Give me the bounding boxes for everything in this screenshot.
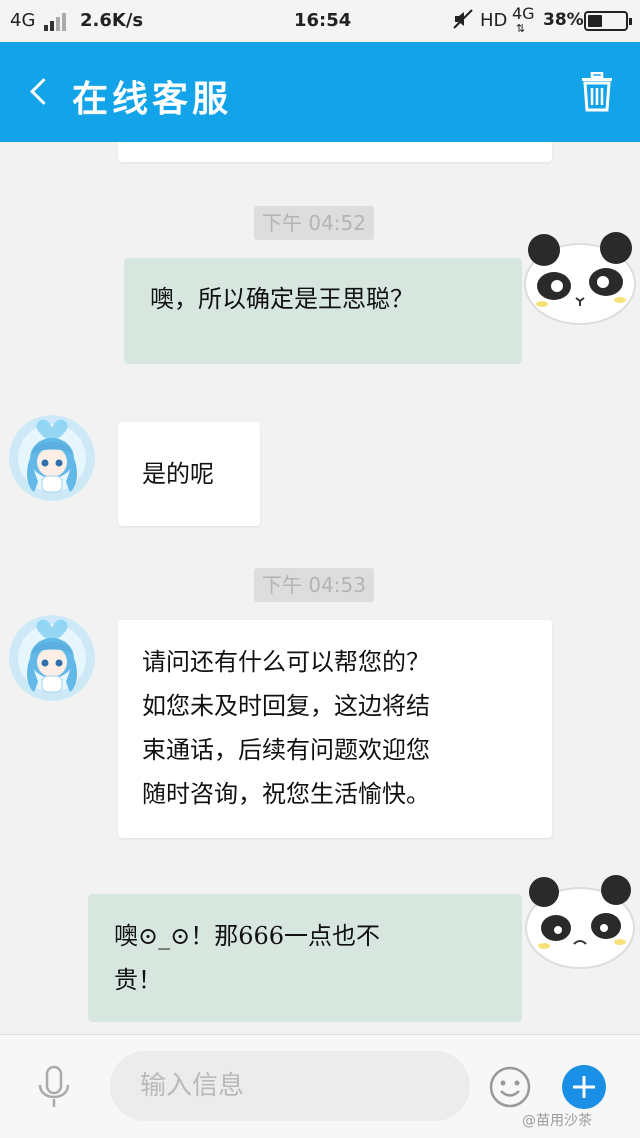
outgoing-message: 噢，所以确定是王思聪？ xyxy=(124,258,522,364)
message-line: 如您未及时回复，这边将结 xyxy=(142,692,430,720)
microphone-icon[interactable] xyxy=(30,1063,78,1111)
clock: 16:54 xyxy=(294,10,352,31)
status-bar: 4G 2.6K/s 16:54 HD 4G ⇅ 38% xyxy=(0,0,640,42)
message-line: 束通话，后续有问题欢迎您 xyxy=(142,736,430,764)
network-type-right: 4G xyxy=(512,4,535,23)
data-arrows-icon: ⇅ xyxy=(516,22,526,35)
watermark: @苗用沙茶 xyxy=(522,1113,592,1129)
signal-icon xyxy=(44,13,66,31)
message-line: 贵！ xyxy=(114,966,162,994)
battery-percent: 38% xyxy=(543,10,584,30)
message-line: 噢⊙_⊙！那666一点也不 xyxy=(114,922,381,950)
battery-icon xyxy=(584,11,632,31)
add-icon[interactable] xyxy=(562,1065,606,1109)
back-icon[interactable] xyxy=(22,72,56,112)
timestamp: 下午 04:52 xyxy=(254,206,374,240)
panda-avatar[interactable] xyxy=(520,228,640,332)
message-line: 请问还有什么可以帮您的？ xyxy=(142,648,430,676)
page-title: 在线客服 xyxy=(72,78,233,120)
chat-header: 在线客服 xyxy=(0,42,640,142)
network-type: 4G xyxy=(10,10,36,31)
data-speed: 2.6K/s xyxy=(80,10,144,31)
incoming-message: 是的呢 xyxy=(118,422,260,526)
message-input[interactable] xyxy=(110,1051,470,1121)
timestamp: 下午 04:53 xyxy=(254,568,374,602)
incoming-message: 请问还有什么可以帮您的？ 如您未及时回复，这边将结 束通话，后续有问题欢迎您 随… xyxy=(118,620,552,838)
message-line: 随时咨询，祝您生活愉快。 xyxy=(142,780,430,808)
agent-avatar[interactable] xyxy=(8,414,96,506)
outgoing-message: 噢⊙_⊙！那666一点也不 贵！ xyxy=(88,894,522,1022)
emoji-icon[interactable] xyxy=(488,1065,532,1109)
trash-icon[interactable] xyxy=(580,71,614,112)
previous-message-bubble xyxy=(118,142,552,162)
panda-avatar[interactable] xyxy=(522,872,640,976)
agent-avatar[interactable] xyxy=(8,614,96,706)
message-list[interactable]: 下午 04:52 噢，所以确定是王思聪？ 是的呢 下午 04:53 请问还有什么… xyxy=(0,142,640,1034)
hd-label: HD xyxy=(480,10,508,31)
mute-icon xyxy=(452,8,474,35)
